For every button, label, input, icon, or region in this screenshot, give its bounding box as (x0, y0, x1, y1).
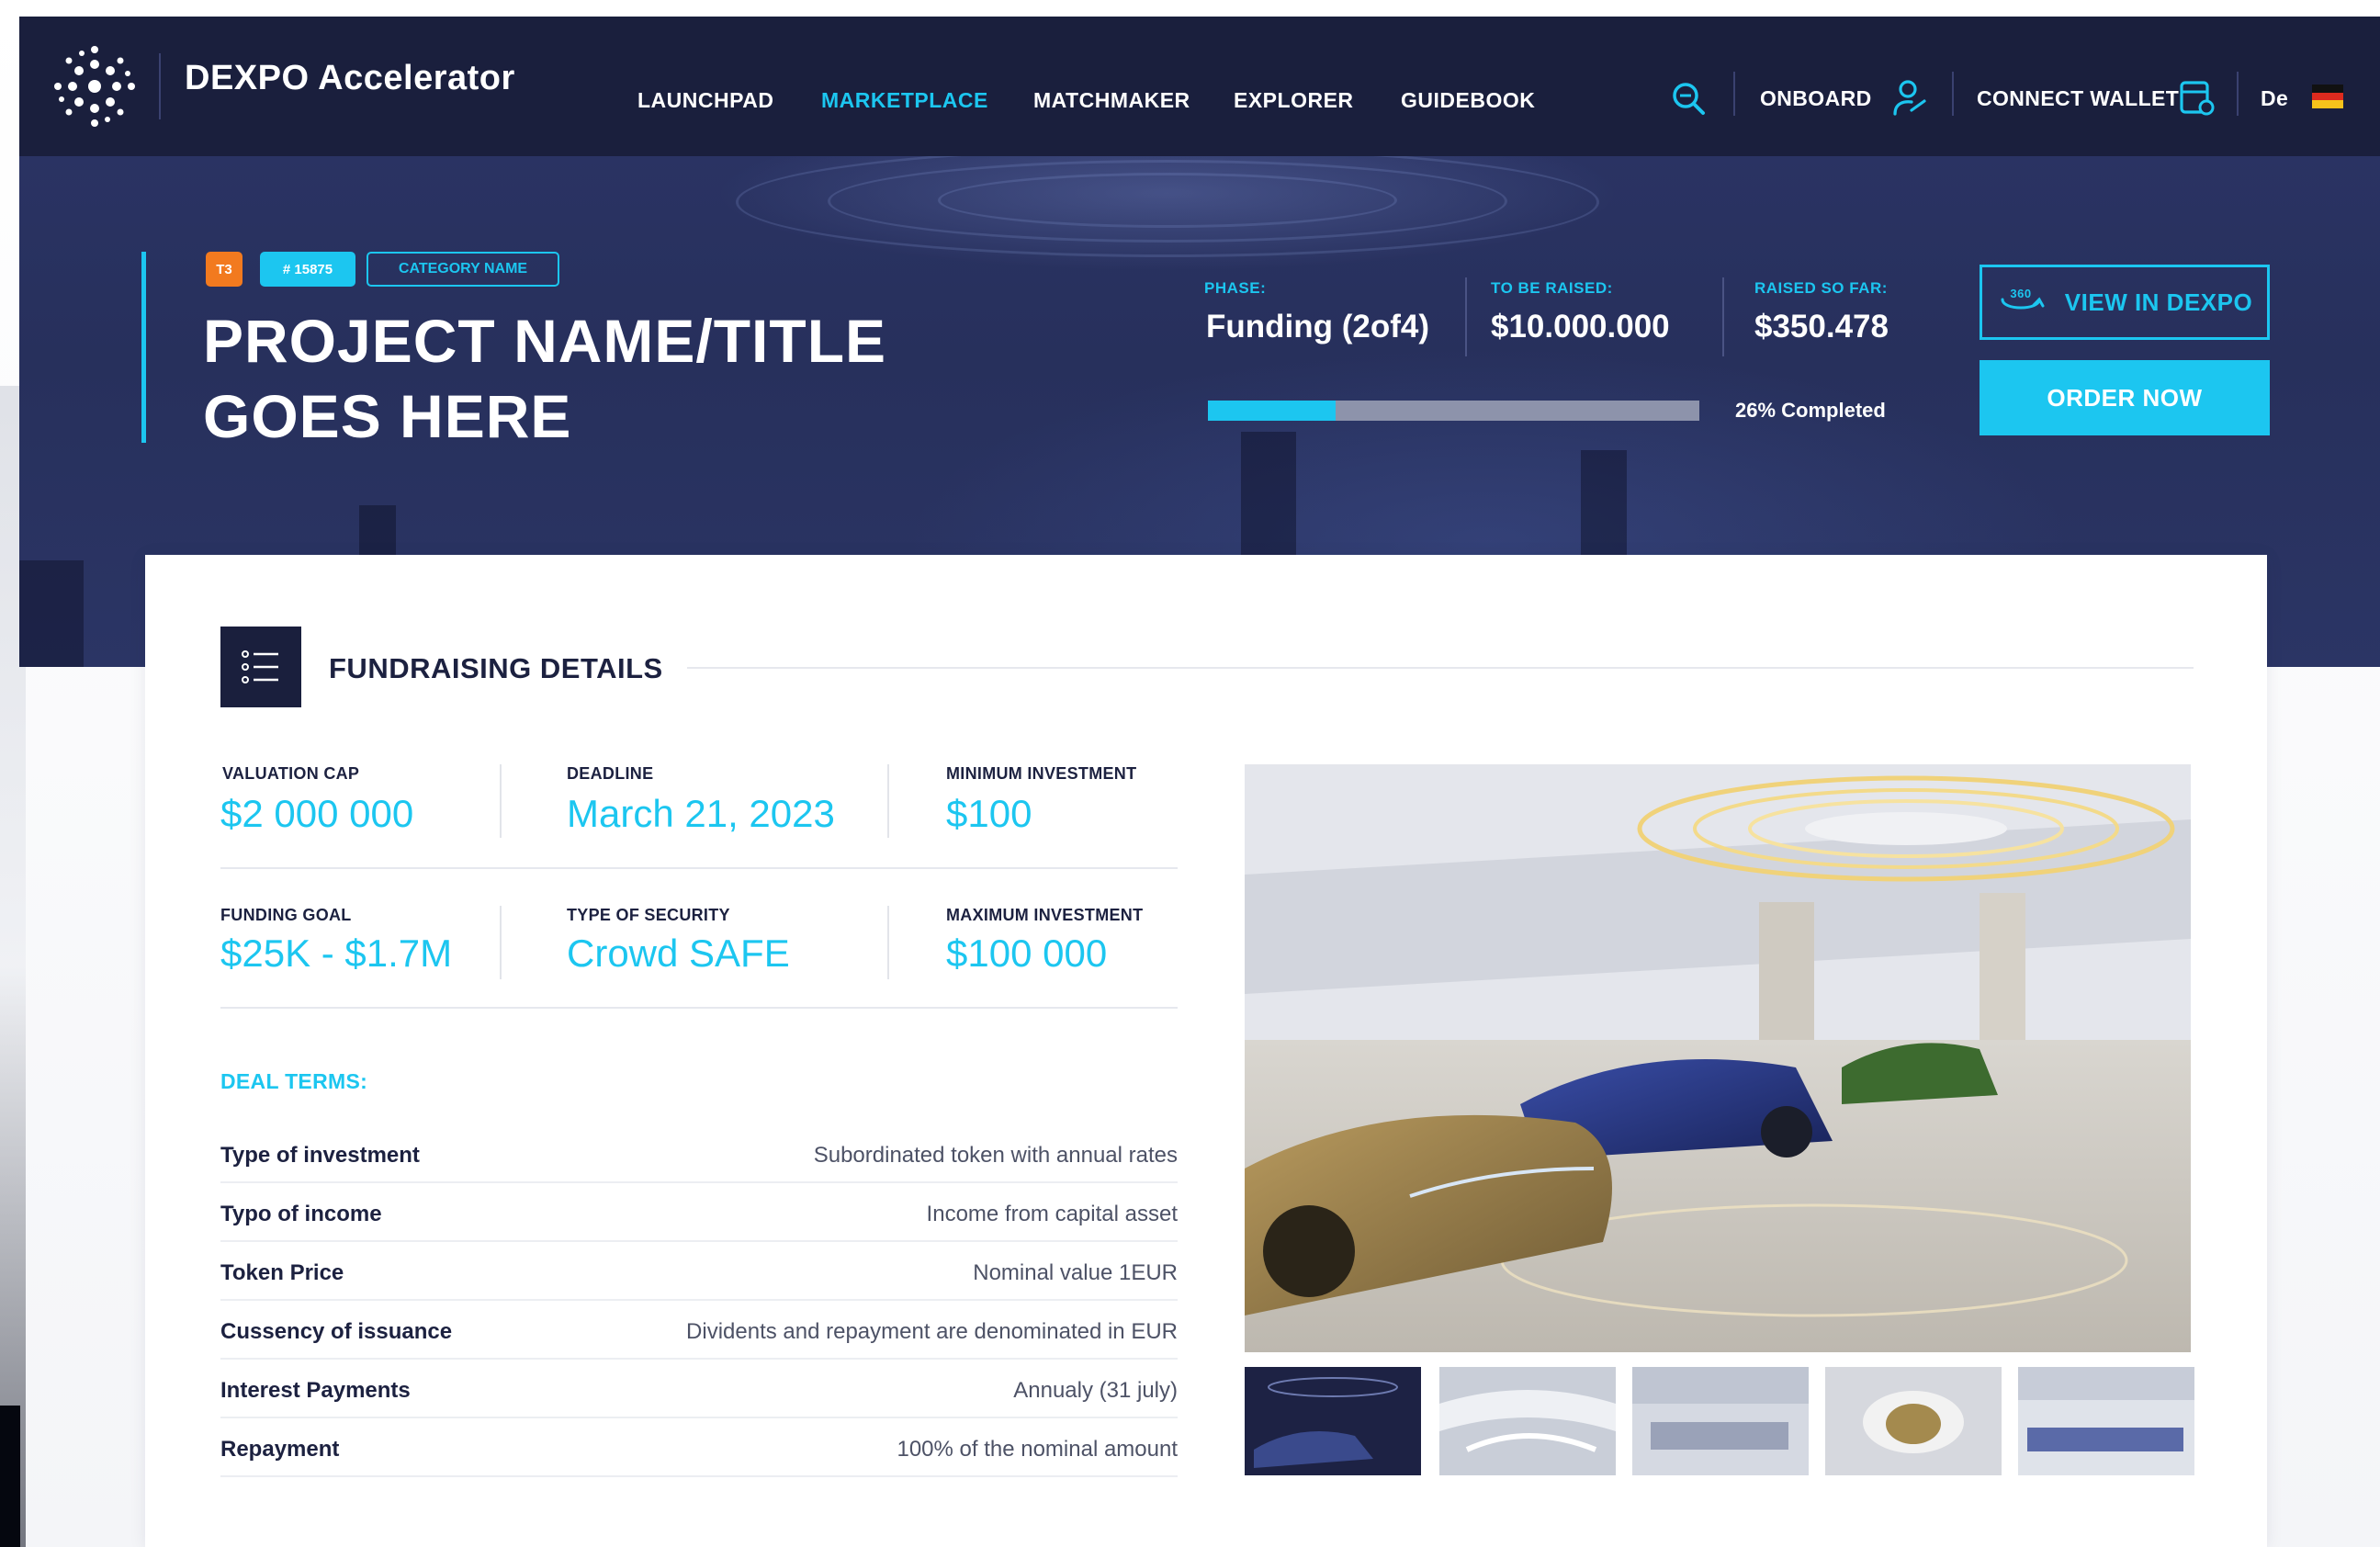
deal-term-value: Nominal value 1EUR (973, 1260, 1178, 1285)
project-title-line-2: GOES HERE (203, 382, 572, 450)
project-main-image[interactable] (1245, 764, 2191, 1352)
metric-row-divider (220, 1007, 1178, 1009)
deal-term-value: Dividents and repayment are denominated … (686, 1319, 1178, 1344)
view-in-dexpo-button[interactable]: 360 VIEW IN DEXPO (1980, 265, 2270, 340)
deal-term-row: Interest Payments Annualy (31 july) (220, 1360, 1178, 1418)
gallery-thumbnail-5[interactable] (2018, 1367, 2194, 1475)
stat-separator (1722, 277, 1724, 356)
section-title: FUNDRAISING DETAILS (329, 652, 663, 684)
deal-terms-heading: DEAL TERMS: (220, 1069, 368, 1093)
language-selector[interactable]: De (2261, 86, 2288, 111)
metric-divider (887, 764, 889, 838)
security-type-value: Crowd SAFE (567, 932, 790, 975)
deadline-value: March 21, 2023 (567, 792, 835, 835)
funding-progress-bar (1208, 401, 1699, 421)
progress-completed-text: 26% Completed (1735, 399, 1886, 422)
nav-explorer[interactable]: EXPLORER (1234, 88, 1354, 113)
nav-separator (1733, 72, 1735, 116)
raised-value: $350.478 (1754, 309, 1889, 344)
deal-term-value: Income from capital asset (926, 1202, 1178, 1226)
project-title-line-1: PROJECT NAME/TITLE (203, 307, 887, 375)
gallery-thumbnail-3[interactable] (1632, 1367, 1809, 1475)
nav-marketplace[interactable]: MARKETPLACE (821, 88, 988, 113)
connect-wallet-link[interactable]: CONNECT WALLET (1977, 86, 2179, 111)
min-investment-label: MINIMUM INVESTMENT (946, 764, 1137, 783)
deal-term-value: 100% of the nominal amount (897, 1437, 1178, 1462)
to-raise-value: $10.000.000 (1491, 309, 1670, 344)
valuation-cap-value: $2 000 000 (220, 792, 414, 835)
category-badge[interactable]: CATEGORY NAME (367, 252, 559, 287)
valuation-cap-label: VALUATION CAP (222, 764, 360, 783)
raised-label: RAISED SO FAR: (1754, 279, 1888, 297)
tier-badge: T3 (206, 252, 243, 287)
phase-label: PHASE: (1204, 279, 1267, 297)
funding-goal-value: $25K - $1.7M (220, 932, 453, 975)
deal-term-key: Cussency of issuance (220, 1319, 453, 1344)
title-accent-bar (141, 252, 146, 443)
nav-matchmaker[interactable]: MATCHMAKER (1033, 88, 1190, 113)
deadline-label: DEADLINE (567, 764, 654, 783)
view-360-text: 360 (2010, 287, 2031, 300)
dexpo-logo-icon[interactable] (51, 42, 139, 130)
view-360-icon: 360 (2001, 287, 2045, 310)
deal-term-row: Typo of income Income from capital asset (220, 1183, 1178, 1242)
logo-divider (159, 53, 161, 119)
nav-separator (1952, 72, 1954, 116)
metric-divider (500, 906, 502, 979)
stat-separator (1465, 277, 1467, 356)
deal-term-value: Annualy (31 july) (1013, 1378, 1178, 1403)
metric-divider (887, 906, 889, 979)
deal-term-row: Token Price Nominal value 1EUR (220, 1242, 1178, 1301)
deal-term-row: Repayment 100% of the nominal amount (220, 1418, 1178, 1477)
fundraising-card: FUNDRAISING DETAILS VALUATION CAP $2 000… (145, 555, 2267, 1547)
to-raise-label: TO BE RAISED: (1491, 279, 1613, 297)
deal-term-key: Typo of income (220, 1202, 382, 1226)
phase-value: Funding (2of4) (1206, 309, 1430, 344)
min-investment-value: $100 (946, 792, 1032, 835)
metric-row-divider (220, 867, 1178, 869)
deal-term-value: Subordinated token with annual rates (813, 1143, 1178, 1168)
security-type-label: TYPE OF SECURITY (567, 906, 730, 924)
gallery-thumbnail-4[interactable] (1825, 1367, 2002, 1475)
deal-term-row: Cussency of issuance Dividents and repay… (220, 1301, 1178, 1360)
nav-separator (2237, 72, 2239, 116)
nav-launchpad[interactable]: LAUNCHPAD (637, 88, 773, 113)
user-onboard-icon[interactable] (1891, 79, 1928, 118)
max-investment-value: $100 000 (946, 932, 1108, 975)
gallery-thumbnail-1[interactable] (1245, 1367, 1421, 1475)
deal-term-key: Type of investment (220, 1143, 420, 1168)
funding-goal-label: FUNDING GOAL (220, 906, 352, 924)
deal-term-key: Token Price (220, 1260, 344, 1285)
deal-term-key: Interest Payments (220, 1378, 411, 1403)
gallery-thumbnail-2[interactable] (1439, 1367, 1616, 1475)
project-id-badge: # 15875 (260, 252, 355, 287)
brand-name[interactable]: DEXPO Accelerator (185, 59, 515, 98)
german-flag-icon[interactable] (2312, 85, 2343, 108)
deal-term-key: Repayment (220, 1437, 340, 1462)
background-window-edge-dark (0, 1406, 20, 1547)
order-now-button[interactable]: ORDER NOW (1980, 360, 2270, 435)
top-navbar: DEXPO Accelerator LAUNCHPAD MARKETPLACE … (19, 17, 2380, 156)
view-in-dexpo-label: VIEW IN DEXPO (2064, 288, 2253, 316)
metric-divider (500, 764, 502, 838)
search-icon[interactable] (1671, 81, 1706, 116)
list-icon (220, 627, 301, 707)
nav-guidebook[interactable]: GUIDEBOOK (1401, 88, 1535, 113)
wallet-icon[interactable] (2178, 77, 2216, 118)
project-title: PROJECT NAME/TITLE GOES HERE (203, 303, 1122, 454)
funding-progress-fill (1208, 401, 1337, 421)
onboard-link[interactable]: ONBOARD (1760, 86, 1872, 111)
deal-term-row: Type of investment Subordinated token wi… (220, 1124, 1178, 1183)
max-investment-label: MAXIMUM INVESTMENT (946, 906, 1144, 924)
section-divider (687, 667, 2194, 669)
